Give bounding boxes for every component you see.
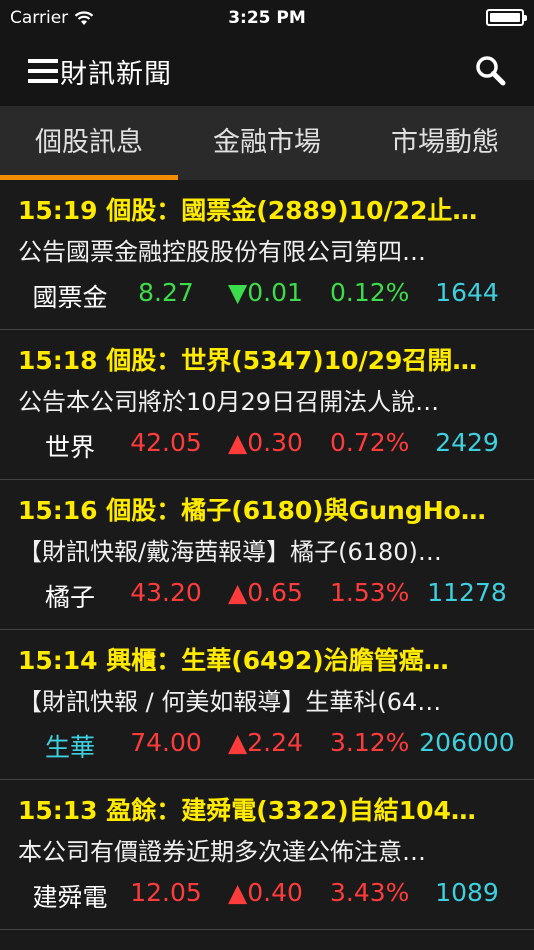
hamburger-menu-icon[interactable] [28,59,58,83]
news-title: 15:14 興櫃：生華(6492)治膽管癌… [18,646,449,675]
news-item[interactable]: 15:19 個股：國票金(2889)10/22止… 公告國票金融控股股份有限公司… [0,180,534,330]
news-title: 15:16 個股：橘子(6180)與GungHo… [18,496,486,525]
stock-change-percent: 0.72% [330,428,410,457]
stock-price: 74.00 [130,728,202,757]
stock-change-percent: 3.43% [330,878,410,907]
status-bar: Carrier 3:25 PM [0,0,534,36]
news-title: 15:19 個股：國票金(2889)10/22止… [18,196,478,225]
quote-row: 橘子 43.20 ▲0.65 1.53% 11278 [0,574,534,618]
stock-change-percent: 3.12% [330,728,410,757]
nav-bar: 財訊新聞 [0,36,534,106]
news-summary: 本公司有價證券近期多次達公佈注意… [18,838,426,866]
news-title: 15:18 個股：世界(5347)10/29召開… [18,346,478,375]
news-item[interactable]: 15:13 盈餘：建舜電(3322)自結104… 本公司有價證券近期多次達公佈注… [0,780,534,930]
list-item-partial [0,930,534,950]
news-summary: 公告國票金融控股股份有限公司第四… [18,238,426,266]
news-summary: 【財訊快報/戴海茜報導】橘子(6180)… [18,538,442,566]
stock-price: 8.27 [138,278,194,307]
stock-volume: 2429 [435,428,499,457]
tab-financial-market[interactable]: 金融市場 [178,106,356,180]
stock-price: 12.05 [130,878,202,907]
stock-price: 43.20 [130,578,202,607]
search-icon[interactable] [474,54,506,86]
stock-change: ▲0.40 [228,878,303,907]
news-item[interactable]: 15:14 興櫃：生華(6492)治膽管癌… 【財訊快報 / 何美如報導】生華科… [0,630,534,780]
news-list: 15:19 個股：國票金(2889)10/22止… 公告國票金融控股股份有限公司… [0,180,534,950]
tab-market-trends[interactable]: 市場動態 [356,106,534,180]
stock-change: ▲0.30 [228,428,303,457]
quote-row: 建舜電 12.05 ▲0.40 3.43% 1089 [0,874,534,918]
clock: 3:25 PM [228,8,306,28]
stock-change: ▲2.24 [228,728,303,757]
stock-change: ▼0.01 [228,278,303,307]
tab-bar: 個股訊息 金融市場 市場動態 [0,106,534,180]
quote-row: 生華 74.00 ▲2.24 3.12% 206000 [0,724,534,768]
stock-change: ▲0.65 [228,578,303,607]
stock-volume: 11278 [427,578,507,607]
tab-stock-news[interactable]: 個股訊息 [0,106,178,180]
stock-price: 42.05 [130,428,202,457]
stock-volume: 1644 [435,278,499,307]
news-item[interactable]: 15:18 個股：世界(5347)10/29召開… 公告本公司將於10月29日召… [0,330,534,480]
news-summary: 【財訊快報 / 何美如報導】生華科(64… [18,688,442,716]
news-title: 15:13 盈餘：建舜電(3322)自結104… [18,796,476,825]
stock-change-percent: 1.53% [330,578,410,607]
quote-row: 國票金 8.27 ▼0.01 0.12% 1644 [0,274,534,318]
news-item[interactable]: 15:16 個股：橘子(6180)與GungHo… 【財訊快報/戴海茜報導】橘子… [0,480,534,630]
page-title: 財訊新聞 [60,58,172,90]
stock-volume: 206000 [419,728,515,757]
stock-volume: 1089 [435,878,499,907]
stock-change-percent: 0.12% [330,278,410,307]
quote-row: 世界 42.05 ▲0.30 0.72% 2429 [0,424,534,468]
news-summary: 公告本公司將於10月29日召開法人說… [18,388,440,416]
battery-icon [486,9,527,26]
